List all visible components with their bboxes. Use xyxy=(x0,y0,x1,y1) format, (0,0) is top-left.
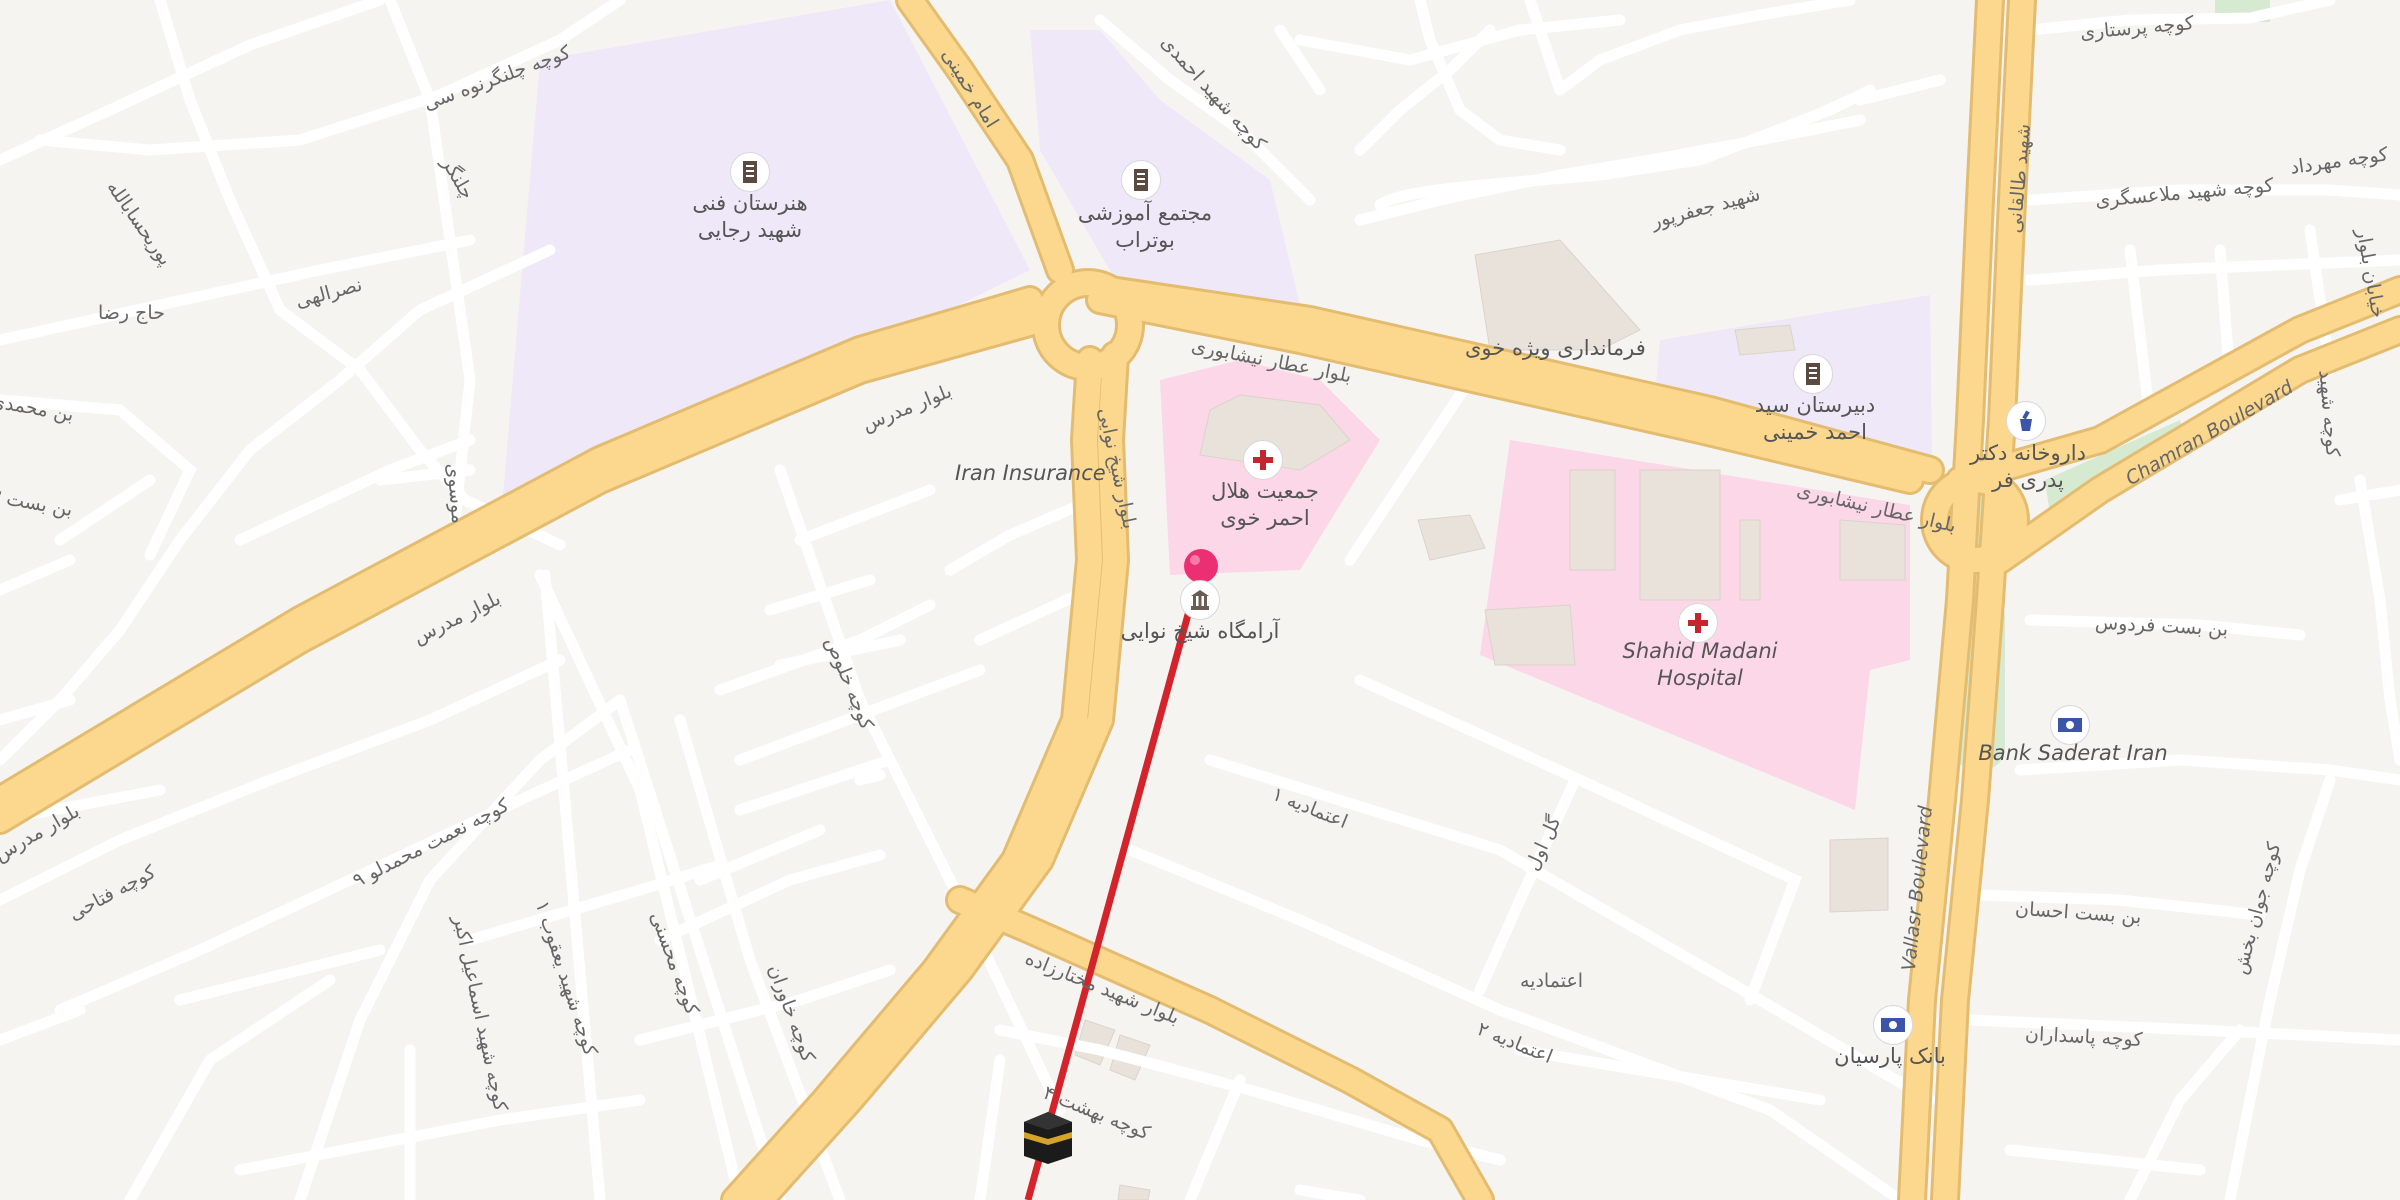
poi-label: مجتمع آموزشی بوتراب xyxy=(1077,201,1213,252)
school-icon[interactable] xyxy=(1121,160,1161,200)
place-label: فرمانداری ویژه خوی xyxy=(1465,336,1646,360)
poi-label: هنرستان فنی شهید رجایی xyxy=(692,191,808,242)
poi-label: بانک پارسیان xyxy=(1834,1044,1946,1068)
poi-label: داروخانه دکتر پدری فر xyxy=(1970,441,2086,492)
hospital-icon[interactable] xyxy=(1678,603,1718,643)
school-icon[interactable] xyxy=(730,152,770,192)
monument-icon[interactable] xyxy=(1180,580,1220,620)
map-view[interactable]: هنرستان فنی شهید رجایی مجتمع آموزشی بوتر… xyxy=(0,0,2400,1200)
poi-label: جمعیت هلال احمر خوی xyxy=(1211,479,1319,530)
bank-icon[interactable] xyxy=(2050,705,2090,745)
street-label: موسوی xyxy=(442,462,470,525)
place-label: Iran Insurance xyxy=(955,461,1106,485)
poi-label: دبیرستان سید احمد خمینی xyxy=(1754,393,1876,444)
poi-label: Bank Saderat Iran xyxy=(1978,741,2168,765)
street-label: حاج رضا xyxy=(98,302,165,324)
bank-icon[interactable] xyxy=(1873,1005,1913,1045)
poi-label: آرامگاه شیخ نوایی xyxy=(1120,619,1280,643)
pharmacy-icon[interactable] xyxy=(2006,401,2046,441)
place-label: اعتمادیه xyxy=(1520,970,1584,992)
poi-label: Shahid Madani Hospital xyxy=(1622,639,1778,690)
school-icon[interactable] xyxy=(1793,354,1833,394)
hospital-icon[interactable] xyxy=(1243,440,1283,480)
